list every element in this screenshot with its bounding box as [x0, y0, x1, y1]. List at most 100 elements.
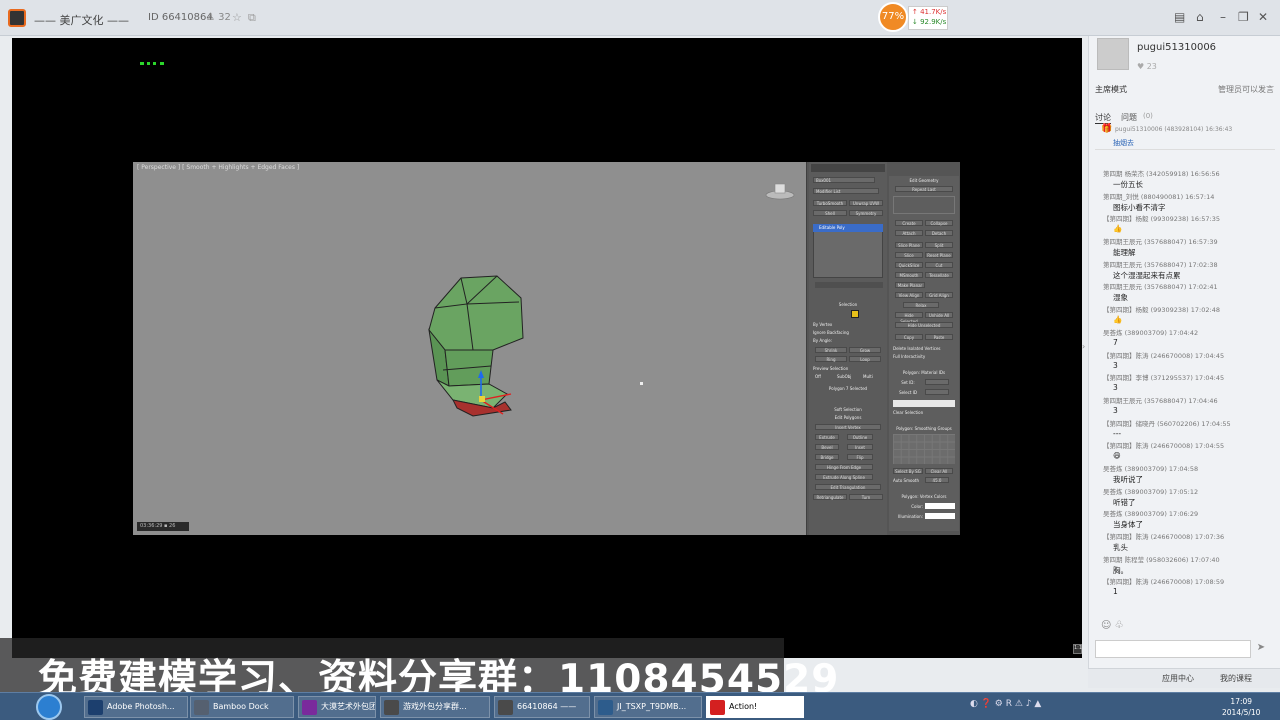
minimize-icon[interactable]: – — [1220, 10, 1226, 24]
avatar[interactable] — [1097, 38, 1129, 70]
set-id-field[interactable] — [925, 379, 949, 385]
preview-subobj-radio[interactable]: SubObj — [837, 374, 859, 379]
taskbar-item[interactable]: Adobe Photosh... — [84, 696, 188, 718]
video-stream[interactable]: [ Perspective ] [ Smooth + Highlights + … — [12, 38, 1082, 658]
polygon-subobject-icon[interactable] — [851, 310, 859, 318]
selection-rollout[interactable]: Selection — [813, 302, 883, 307]
quickslice-button[interactable]: QuickSlice — [895, 262, 923, 268]
chat-list[interactable]: 第四期 杨荣杰 (342059918) 16:56:56 一份五长 第四期_刘悦 (… — [1103, 168, 1275, 599]
auto-smooth-value[interactable]: 45.0 — [925, 477, 949, 483]
edit-polygons-rollout[interactable]: Edit Polygons — [813, 415, 883, 420]
smoothing-groups-rollout[interactable]: Polygon: Smoothing Groups — [891, 426, 957, 431]
taskbar-item[interactable]: Bamboo Dock — [190, 696, 294, 718]
stack-tool-icons[interactable] — [815, 282, 883, 288]
relax-button[interactable]: Relax — [903, 302, 939, 308]
shell-button[interactable]: Shell — [813, 210, 847, 216]
extrude-button[interactable]: Extrude — [815, 434, 839, 440]
by-vertex-option[interactable]: By Vertex — [813, 322, 883, 327]
flip-button[interactable]: Flip — [847, 454, 873, 460]
unwrap-button[interactable]: Unwrap UVW — [849, 200, 883, 206]
panel-tab-icons[interactable] — [811, 164, 885, 172]
attach-button[interactable]: Attach — [895, 230, 923, 236]
hinge-button[interactable]: Hinge From Edge — [815, 464, 873, 470]
app-logo-icon[interactable] — [8, 9, 26, 27]
material-ids-rollout[interactable]: Polygon: Material IDs — [891, 370, 957, 375]
msmooth-button[interactable]: MSmooth — [895, 272, 923, 278]
copy-button[interactable]: Copy — [895, 334, 923, 340]
app-center-link[interactable]: 应用中心 — [1162, 673, 1194, 684]
reset-plane-button[interactable]: Reset Plane — [925, 252, 953, 258]
view-align-button[interactable]: View Align — [895, 292, 923, 298]
create-button[interactable]: Create — [895, 220, 923, 226]
ignore-backfacing-option[interactable]: Ignore Backfacing — [813, 330, 883, 335]
home-icon[interactable]: ⌂ — [1196, 10, 1204, 24]
my-course-link[interactable]: 我的课程 — [1220, 673, 1252, 684]
paste-button[interactable]: Paste — [925, 334, 953, 340]
taskbar-item[interactable]: Action! — [706, 696, 804, 718]
clear-selection-checkbox[interactable]: Clear Selection — [893, 410, 953, 415]
bevel-button[interactable]: Bevel — [815, 444, 839, 450]
shrink-button[interactable]: Shrink — [815, 347, 847, 353]
tab-question[interactable]: 问题 — [1121, 112, 1137, 123]
ring-button[interactable]: Ring — [815, 356, 847, 362]
outline-button[interactable]: Outline — [847, 434, 873, 440]
split-option[interactable]: Split — [925, 242, 953, 248]
start-button[interactable] — [36, 694, 62, 720]
modifier-list-dropdown[interactable]: Modifier List — [813, 188, 879, 194]
share-icon[interactable]: ⧉ — [248, 11, 256, 25]
grow-button[interactable]: Grow — [849, 347, 881, 353]
select-id-button[interactable]: Select ID — [893, 390, 923, 395]
auto-smooth-button[interactable]: Auto Smooth — [893, 478, 921, 483]
slice-button[interactable]: Slice — [895, 252, 923, 258]
symmetry-button[interactable]: Symmetry — [849, 210, 883, 216]
network-speed-widget[interactable]: 77% ↑ 41.7K/s ↓ 92.9K/s — [878, 2, 948, 32]
chat-input[interactable] — [1095, 640, 1251, 658]
poly-model[interactable] — [423, 268, 533, 428]
unhide-all-button[interactable]: Unhide All — [925, 312, 953, 318]
preview-multi-radio[interactable]: Multi — [863, 374, 883, 379]
preview-off-radio[interactable]: Off — [815, 374, 835, 379]
make-planar-button[interactable]: Make Planar — [895, 282, 925, 288]
edit-geometry-rollout[interactable]: Edit Geometry — [891, 178, 957, 183]
by-angle-option[interactable]: By Angle: — [813, 338, 883, 343]
turn-button[interactable]: Turn — [849, 494, 883, 500]
illumination-swatch[interactable] — [925, 513, 955, 519]
edit-triangulation-button[interactable]: Edit Triangulation — [815, 484, 881, 490]
3d-viewport[interactable]: [ Perspective ] [ Smooth + Highlights + … — [133, 162, 806, 535]
hide-unselected-button[interactable]: Hide Unselected — [895, 322, 953, 328]
star-icon[interactable]: ☆ — [232, 11, 242, 24]
bridge-button[interactable]: Bridge — [815, 454, 839, 460]
send-button[interactable]: ➤ — [1253, 642, 1269, 656]
repeat-last-button[interactable]: Repeat Last — [895, 186, 953, 192]
taskbar-item[interactable]: 66410864 —— — [494, 696, 590, 718]
tessellate-button[interactable]: Tessellate — [925, 272, 953, 278]
viewcube-icon[interactable] — [765, 180, 795, 200]
material-name-dropdown[interactable] — [893, 400, 955, 407]
select-by-sg-button[interactable]: Select By SG — [893, 468, 923, 474]
clear-all-button[interactable]: Clear All — [925, 468, 953, 474]
select-id-field[interactable] — [925, 389, 949, 395]
soft-selection-rollout[interactable]: Soft Selection — [813, 407, 883, 412]
insert-vertex-button[interactable]: Insert Vertex — [815, 424, 881, 430]
loop-button[interactable]: Loop — [849, 356, 881, 362]
likes-count[interactable]: ♥ 23 — [1137, 62, 1157, 71]
turbosmooth-button[interactable]: TurboSmooth — [813, 200, 847, 206]
delete-isolated-checkbox[interactable]: Delete Isolated Vertices — [893, 346, 957, 351]
detach-button[interactable]: Detach — [925, 230, 953, 236]
taskbar-item[interactable]: JI_TSXP_T9DMB... — [594, 696, 702, 718]
system-tray[interactable]: ◐ ❓ ⚙ R ⚠ ♪ ▲ — [970, 699, 1041, 709]
taskbar-item[interactable]: 游戏外包分享群... — [380, 696, 490, 718]
extrude-spline-button[interactable]: Extrude Along Spline — [815, 474, 873, 480]
command-panel[interactable]: Box001 Modifier List TurboSmooth Unwrap … — [806, 162, 960, 535]
emoji-icon[interactable]: ☺ ♧ — [1101, 620, 1124, 631]
clock[interactable]: 17:09 2014/5/10 — [1222, 696, 1260, 718]
modifier-item-editable-poly[interactable]: Editable Poly — [813, 224, 883, 232]
list-icon[interactable]: ▤ — [1174, 10, 1185, 24]
inset-button[interactable]: Inset — [847, 444, 873, 450]
host-username[interactable]: pugui51310006 — [1137, 42, 1216, 53]
modifier-stack[interactable] — [813, 224, 883, 278]
fullscreen-toggle[interactable]: 1:1 — [1073, 644, 1082, 654]
close-icon[interactable]: ✕ — [1258, 10, 1268, 24]
pinned-text[interactable]: 抽烟去 — [1113, 138, 1134, 148]
object-name-field[interactable]: Box001 — [813, 177, 875, 183]
